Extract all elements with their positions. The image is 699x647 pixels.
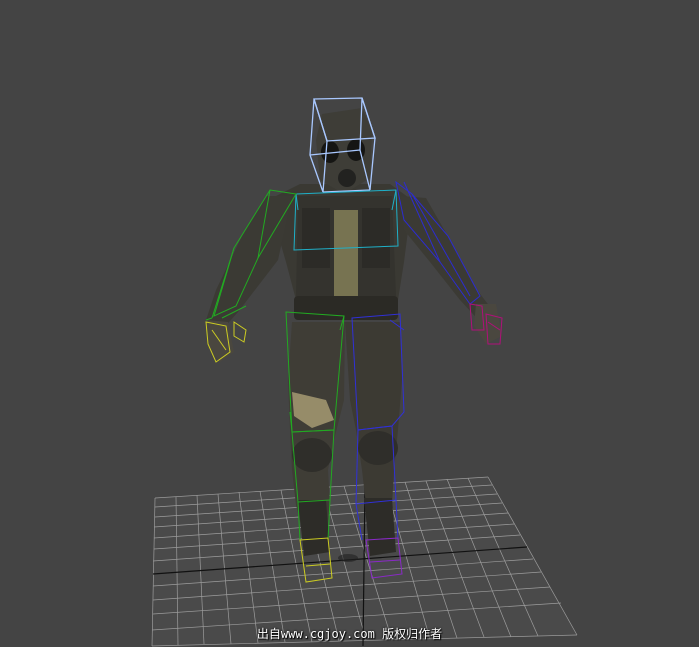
viewport-scene[interactable]: [0, 0, 699, 647]
watermark-text: 出自www.cgjoy.com 版权归作者: [256, 627, 443, 641]
3d-viewport[interactable]: 出自www.cgjoy.com 版权归作者: [0, 0, 699, 647]
